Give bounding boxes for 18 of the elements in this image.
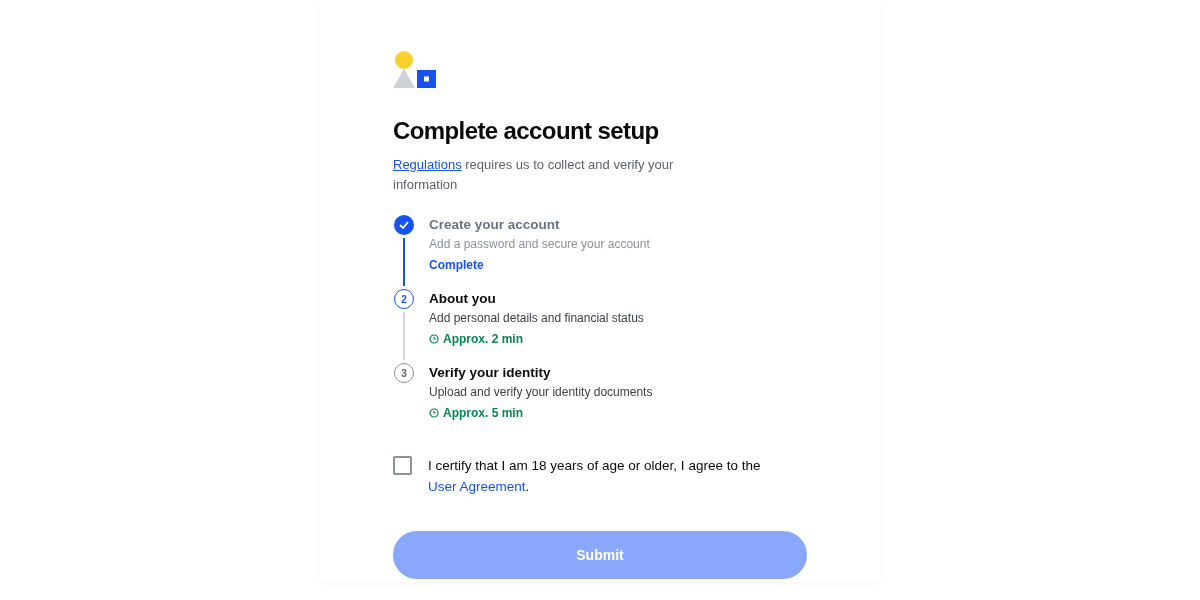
user-agreement-link[interactable]: User Agreement xyxy=(428,479,526,494)
agreement-checkbox[interactable] xyxy=(393,456,412,475)
time-estimate: Approx. 5 min xyxy=(443,405,523,422)
clock-icon xyxy=(429,334,439,344)
step-title: Verify your identity xyxy=(429,364,552,382)
logo-icon xyxy=(393,51,437,89)
step-description: Upload and verify your identity documents xyxy=(429,384,653,401)
step-title: Create your account xyxy=(429,216,561,234)
step-description: Add personal details and financial status xyxy=(429,310,644,327)
step-description: Add a password and secure your account xyxy=(429,236,650,253)
intro-text: Regulations requires us to collect and verify your information xyxy=(393,156,675,194)
step-title: About you xyxy=(429,290,497,308)
regulations-link[interactable]: Regulations xyxy=(393,157,462,172)
step-status: Complete xyxy=(429,257,484,274)
time-estimate: Approx. 2 min xyxy=(443,331,523,348)
page-title: Complete account setup xyxy=(393,116,660,146)
clock-icon xyxy=(429,408,439,418)
agreement-text: I certify that I am 18 years of age or older, I agree to the User Agreement. xyxy=(428,457,762,496)
